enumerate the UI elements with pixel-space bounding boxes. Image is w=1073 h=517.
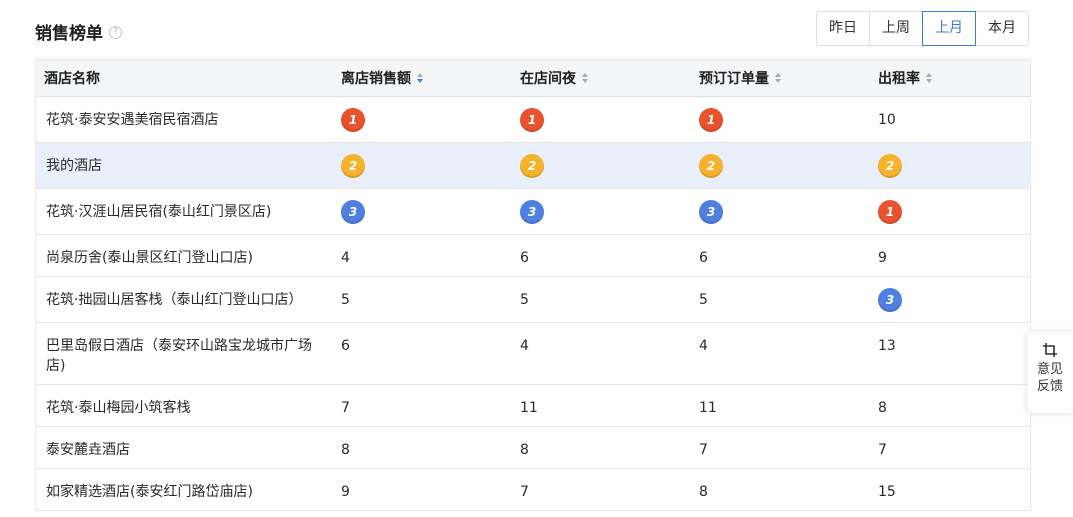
ranking-table: 酒店名称 离店销售额 在店间夜 预订订单量 出租率 花筑·泰安安遇美宿民宿酒店 1… [35, 59, 1031, 511]
rank-medal-icon: 3 [341, 200, 365, 224]
column-header-room-nights[interactable]: 在店间夜 [520, 68, 699, 88]
rank-medal-cell: 1 [520, 97, 699, 132]
page-title: 销售榜单 [35, 24, 103, 44]
rank-value-cell: 7 [878, 442, 887, 458]
column-label: 出租率 [878, 71, 920, 87]
hotel-name-cell: 如家精选酒店(泰安红门路岱庙店) [46, 484, 253, 500]
rank-medal-icon: 3 [520, 200, 544, 224]
hotel-name-cell: 巴里岛假日酒店（泰安环山路宝龙城市广场店) [46, 338, 312, 374]
rank-medal-icon: 3 [878, 288, 902, 312]
rank-medal-icon: 2 [699, 154, 723, 178]
column-label: 预订订单量 [699, 71, 769, 87]
rank-medal-cell: 2 [520, 143, 699, 178]
hotel-name-cell: 泰安麓垚酒店 [46, 442, 130, 458]
rank-value-cell: 7 [520, 484, 529, 500]
column-header-occupancy-rate[interactable]: 出租率 [878, 68, 1028, 88]
rank-value-cell: 15 [878, 484, 896, 500]
sort-icon[interactable] [926, 73, 932, 83]
rank-medal-icon: 2 [341, 154, 365, 178]
section-title: 销售榜单 ? [35, 19, 122, 44]
crop-icon [1043, 343, 1057, 357]
table-row: 花筑·汉涯山居民宿(泰山红门景区店) 3 3 3 1 [36, 189, 1030, 235]
rank-value-cell: 13 [878, 338, 896, 354]
rank-medal-cell: 1 [878, 189, 1028, 224]
column-header-checkout-sales[interactable]: 离店销售额 [341, 68, 520, 88]
rank-value-cell: 7 [341, 400, 350, 416]
rank-value-cell: 6 [699, 250, 708, 266]
period-selector: 昨日 上周 上月 本月 [816, 11, 1029, 46]
rank-value-cell: 10 [878, 112, 896, 128]
rank-value-cell: 8 [341, 442, 350, 458]
rank-medal-cell: 2 [878, 143, 1028, 178]
rank-medal-cell: 3 [520, 189, 699, 224]
rank-medal-icon: 2 [520, 154, 544, 178]
rank-medal-icon: 3 [699, 200, 723, 224]
rank-value-cell: 4 [699, 338, 708, 354]
table-row: 我的酒店 2 2 2 2 [36, 143, 1030, 189]
hotel-name-cell: 尚泉历舍(泰山景区红门登山口店) [46, 250, 253, 266]
column-header-booking-orders[interactable]: 预订订单量 [699, 68, 878, 88]
rank-medal-icon: 1 [341, 108, 365, 132]
rank-value-cell: 7 [699, 442, 708, 458]
rank-medal-icon: 1 [878, 200, 902, 224]
rank-value-cell: 4 [341, 250, 350, 266]
tab-this-month[interactable]: 本月 [975, 11, 1029, 46]
table-header: 酒店名称 离店销售额 在店间夜 预订订单量 出租率 [36, 59, 1030, 97]
table-row: 如家精选酒店(泰安红门路岱庙店) 9 7 8 15 [36, 469, 1030, 511]
feedback-label-line1: 意见 [1036, 362, 1063, 377]
hotel-name-cell: 花筑·拙园山居客栈（泰山红门登山口店） [46, 292, 303, 308]
hotel-name-cell: 花筑·泰山梅园小筑客栈 [46, 400, 191, 416]
rank-value-cell: 8 [699, 484, 708, 500]
tab-last-month[interactable]: 上月 [922, 11, 976, 46]
rank-medal-cell: 3 [699, 189, 878, 224]
help-icon[interactable]: ? [109, 26, 122, 39]
tab-yesterday[interactable]: 昨日 [816, 11, 870, 46]
rank-medal-icon: 1 [520, 108, 544, 132]
rank-value-cell: 5 [520, 292, 529, 308]
rank-value-cell: 6 [520, 250, 529, 266]
rank-value-cell: 5 [699, 292, 708, 308]
sort-desc-icon[interactable] [417, 73, 423, 83]
rank-value-cell: 11 [699, 400, 717, 416]
table-body: 花筑·泰安安遇美宿民宿酒店 1 1 1 10 我的酒店 2 2 2 2 花筑·汉涯山居民宿(泰山红门… [36, 97, 1030, 511]
column-label: 在店间夜 [520, 71, 576, 87]
rank-value-cell: 4 [520, 338, 529, 354]
table-row: 尚泉历舍(泰山景区红门登山口店) 4 6 6 9 [36, 235, 1030, 277]
table-row: 巴里岛假日酒店（泰安环山路宝龙城市广场店) 6 4 4 13 [36, 323, 1030, 385]
column-label: 酒店名称 [44, 71, 100, 87]
sort-icon[interactable] [582, 73, 588, 83]
rank-medal-cell: 2 [341, 143, 520, 178]
tab-last-week[interactable]: 上周 [869, 11, 923, 46]
rank-medal-icon: 2 [878, 154, 902, 178]
rank-medal-cell: 1 [341, 97, 520, 132]
rank-value-cell: 11 [520, 400, 538, 416]
rank-medal-cell: 1 [699, 97, 878, 132]
hotel-name-cell: 花筑·泰安安遇美宿民宿酒店 [46, 112, 219, 128]
table-row: 花筑·泰安安遇美宿民宿酒店 1 1 1 10 [36, 97, 1030, 143]
feedback-label-line2: 反馈 [1036, 379, 1063, 394]
rank-value-cell: 5 [341, 292, 350, 308]
sort-icon[interactable] [775, 73, 781, 83]
rank-value-cell: 9 [341, 484, 350, 500]
rank-medal-cell: 3 [878, 277, 1028, 312]
rank-medal-icon: 1 [699, 108, 723, 132]
column-header-hotel-name: 酒店名称 [36, 68, 341, 88]
feedback-button[interactable]: 意见 反馈 [1026, 330, 1073, 414]
rank-value-cell: 9 [878, 250, 887, 266]
rank-value-cell: 6 [341, 338, 350, 354]
table-row: 花筑·泰山梅园小筑客栈 7 11 11 8 [36, 385, 1030, 427]
table-row: 花筑·拙园山居客栈（泰山红门登山口店） 5 5 5 3 [36, 277, 1030, 323]
rank-medal-cell: 2 [699, 143, 878, 178]
hotel-name-cell: 我的酒店 [46, 158, 102, 174]
rank-value-cell: 8 [520, 442, 529, 458]
hotel-name-cell: 花筑·汉涯山居民宿(泰山红门景区店) [46, 204, 272, 220]
rank-value-cell: 8 [878, 400, 887, 416]
rank-medal-cell: 3 [341, 189, 520, 224]
column-label: 离店销售额 [341, 71, 411, 87]
table-row: 泰安麓垚酒店 8 8 7 7 [36, 427, 1030, 469]
